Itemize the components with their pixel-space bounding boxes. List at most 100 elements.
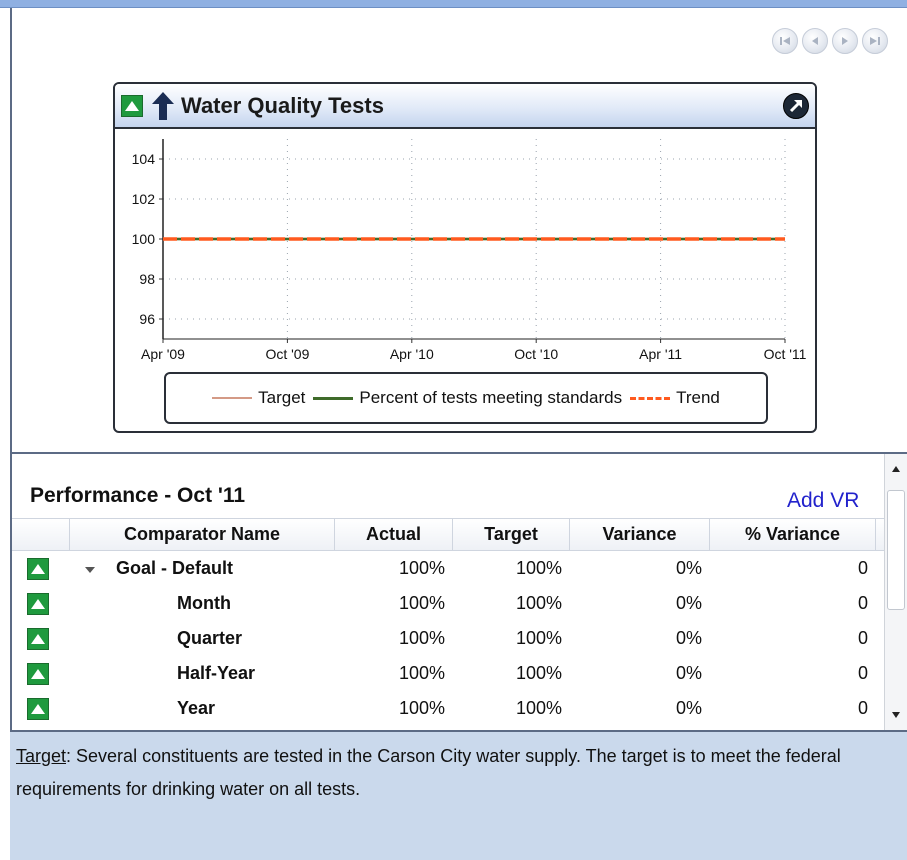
actual-cell: 100% <box>398 628 445 648</box>
row-status-cell <box>12 621 70 656</box>
row-status-cell <box>12 586 70 621</box>
actual-cell: 100% <box>398 593 445 613</box>
comparator-name: Quarter <box>177 628 243 648</box>
pct-variance-cell: 0 <box>857 698 868 718</box>
performance-title: Performance - Oct '11 <box>30 484 246 507</box>
pct-variance-cell: 0 <box>857 593 868 613</box>
pager-nav <box>772 28 888 54</box>
chart-legend: Target Percent of tests meeting standard… <box>164 372 768 424</box>
table-row[interactable]: Month 100% 100% 0% 0 <box>12 586 884 621</box>
triangle-up-icon <box>892 466 900 472</box>
skip-first-icon <box>780 37 790 45</box>
table-row[interactable]: Half-Year 100% 100% 0% 0 <box>12 656 884 691</box>
status-up-icon <box>27 557 49 580</box>
row-status-cell <box>12 551 70 586</box>
variance-cell: 0% <box>675 628 702 648</box>
header-pct-variance[interactable]: % Variance <box>710 519 876 550</box>
legend-item-percent: Percent of tests meeting standards <box>313 388 622 408</box>
comparator-name: Year <box>177 698 216 718</box>
x-tick-label: Oct '10 <box>514 346 558 362</box>
variance-cell: 0% <box>675 593 702 613</box>
table-row[interactable]: Goal - Default 100% 100% 0% 0 <box>12 551 884 586</box>
skip-last-icon <box>870 37 880 45</box>
target-cell: 100% <box>515 663 562 683</box>
row-status-cell <box>12 656 70 691</box>
pct-variance-cell: 0 <box>857 558 868 578</box>
legend-item-trend: Trend <box>630 388 720 408</box>
comparator-name-cell: Half-Year <box>70 656 335 691</box>
legend-label-trend: Trend <box>676 388 720 407</box>
x-tick-label: Apr '10 <box>390 346 434 362</box>
y-tick-label: 100 <box>132 231 156 247</box>
legend-swatch-percent <box>313 396 354 400</box>
y-tick-label: 98 <box>139 271 155 287</box>
status-up-icon <box>27 627 49 650</box>
actual-cell: 100% <box>398 698 445 718</box>
legend-label-percent: Percent of tests meeting standards <box>359 388 623 407</box>
widget-title: Water Quality Tests <box>181 92 384 118</box>
header-target[interactable]: Target <box>453 519 570 550</box>
arrow-up-icon <box>152 91 174 120</box>
status-up-icon <box>27 697 49 720</box>
pct-variance-cell: 0 <box>857 663 868 683</box>
scroll-down-button[interactable] <box>885 704 907 726</box>
performance-table: Comparator Name Actual Target Variance %… <box>12 518 884 726</box>
table-row[interactable]: Year 100% 100% 0% 0 <box>12 691 884 726</box>
variance-cell: 0% <box>675 698 702 718</box>
chevron-right-icon <box>842 37 848 45</box>
first-page-button[interactable] <box>772 28 798 54</box>
comparator-name: Month <box>177 593 231 613</box>
comparator-name-cell: Goal - Default <box>70 551 335 586</box>
table-body: Goal - Default 100% 100% 0% 0 Month 100% 100% 0%… <box>12 551 884 726</box>
vertical-scrollbar[interactable] <box>884 454 907 730</box>
comparator-name: Goal - Default <box>116 558 234 578</box>
status-up-icon <box>27 592 49 615</box>
y-tick-label: 104 <box>132 151 156 167</box>
variance-cell: 0% <box>675 663 702 683</box>
chart-widget: Water Quality Tests 96 98 100 102 104 Apr '09… <box>113 82 817 433</box>
status-up-icon <box>121 94 143 117</box>
y-tick-label: 102 <box>132 191 156 207</box>
description-panel: Target: Several constituents are tested … <box>10 730 907 860</box>
header-comparator-name[interactable]: Comparator Name <box>70 519 335 550</box>
performance-panel: Performance - Oct '11 Add VR Comparator … <box>10 452 907 730</box>
legend-label-target: Target <box>258 388 306 407</box>
header-status <box>12 519 70 550</box>
last-page-button[interactable] <box>862 28 888 54</box>
table-header: Comparator Name Actual Target Variance %… <box>12 518 884 551</box>
x-tick-label: Apr '09 <box>141 346 185 362</box>
next-page-button[interactable] <box>832 28 858 54</box>
header-actual[interactable]: Actual <box>335 519 453 550</box>
actual-cell: 100% <box>398 663 445 683</box>
legend-swatch-target <box>212 397 253 399</box>
expand-icon <box>789 100 802 113</box>
triangle-down-icon <box>892 712 900 718</box>
description-label: Target <box>16 746 67 766</box>
add-vr-link[interactable]: Add VR <box>787 489 859 513</box>
description-text: : Several constituents are tested in the… <box>16 746 841 799</box>
comparator-name: Half-Year <box>177 663 256 683</box>
scrollbar-thumb[interactable] <box>887 490 905 610</box>
variance-cell: 0% <box>675 558 702 578</box>
expand-button[interactable] <box>783 93 809 119</box>
legend-item-target: Target <box>212 388 305 408</box>
collapse-triangle-icon[interactable] <box>84 558 96 579</box>
previous-page-button[interactable] <box>802 28 828 54</box>
comparator-name-cell: Year <box>70 691 335 726</box>
chevron-left-icon <box>812 37 818 45</box>
top-band <box>0 0 907 8</box>
comparator-name-cell: Month <box>70 586 335 621</box>
x-tick-label: Oct '09 <box>265 346 309 362</box>
widget-header: Water Quality Tests <box>115 84 815 129</box>
header-variance[interactable]: Variance <box>570 519 710 550</box>
legend-swatch-trend <box>630 396 671 400</box>
scroll-up-button[interactable] <box>885 458 907 480</box>
table-row[interactable]: Quarter 100% 100% 0% 0 <box>12 621 884 656</box>
target-cell: 100% <box>515 558 562 578</box>
row-status-cell <box>12 691 70 726</box>
x-tick-label: Oct '11 <box>764 346 807 362</box>
target-cell: 100% <box>515 593 562 613</box>
comparator-name-cell: Quarter <box>70 621 335 656</box>
line-chart: 96 98 100 102 104 Apr '09 Oct '09 Apr '10 Oct '1… <box>132 139 807 362</box>
actual-cell: 100% <box>398 558 445 578</box>
